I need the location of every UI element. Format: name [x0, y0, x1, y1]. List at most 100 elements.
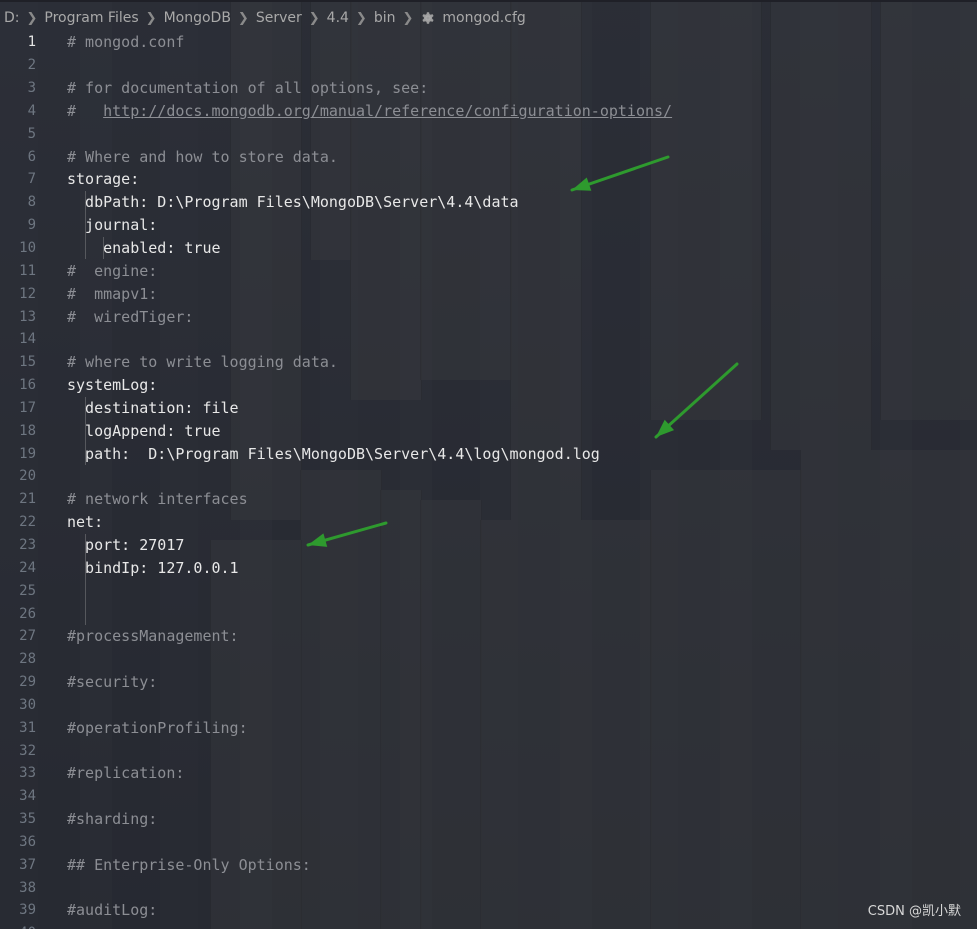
- chevron-right-icon: ❯: [402, 10, 414, 26]
- watermark: CSDN @凯小默: [867, 904, 961, 919]
- line-number: 2: [27, 57, 36, 74]
- code-line[interactable]: 40: [0, 922, 977, 929]
- line-number: 21: [19, 491, 36, 508]
- line-text: # mmapv1:: [67, 284, 158, 303]
- line-text: dbPath: D:\Program Files\MongoDB\Server\…: [67, 193, 519, 212]
- code-editor[interactable]: 1 # mongod.conf 2 3 # for documentation of a…: [0, 31, 977, 929]
- line-number: 1: [27, 34, 36, 51]
- line-text: logAppend: true: [67, 421, 221, 440]
- line-number: 30: [19, 696, 36, 713]
- line-number: 10: [19, 240, 36, 257]
- code-line[interactable]: 22 net:: [0, 511, 977, 534]
- code-line[interactable]: 15 # where to write logging data.: [0, 351, 977, 374]
- code-line[interactable]: 31 #operationProfiling:: [0, 716, 977, 739]
- code-line[interactable]: 32: [0, 739, 977, 762]
- breadcrumb-item-bin[interactable]: bin: [374, 10, 396, 26]
- code-line[interactable]: 39 #auditLog:: [0, 899, 977, 922]
- line-number: 35: [19, 811, 36, 828]
- line-number: 38: [19, 879, 36, 896]
- line-text: bindIp: 127.0.0.1: [67, 558, 239, 577]
- gear-icon: [422, 12, 434, 24]
- line-number: 37: [19, 856, 36, 873]
- line-number: 3: [27, 80, 36, 97]
- code-line[interactable]: 6 # Where and how to store data.: [0, 145, 977, 168]
- chevron-right-icon: ❯: [26, 10, 38, 26]
- code-line[interactable]: 19 path: D:\Program Files\MongoDB\Server…: [0, 442, 977, 465]
- line-number: 7: [27, 171, 36, 188]
- code-line[interactable]: 11 # engine:: [0, 259, 977, 282]
- code-line[interactable]: 34: [0, 785, 977, 808]
- code-line[interactable]: 1 # mongod.conf: [0, 31, 977, 54]
- code-line[interactable]: 13 # wiredTiger:: [0, 305, 977, 328]
- chevron-right-icon: ❯: [145, 10, 157, 26]
- code-line[interactable]: 7 storage:: [0, 168, 977, 191]
- line-number: 29: [19, 674, 36, 691]
- line-text: #security:: [67, 673, 158, 692]
- line-number: 33: [19, 765, 36, 782]
- code-line[interactable]: 28: [0, 648, 977, 671]
- code-line[interactable]: 24 bindIp: 127.0.0.1: [0, 556, 977, 579]
- line-number: 27: [19, 628, 36, 645]
- code-line[interactable]: 10 enabled: true: [0, 237, 977, 260]
- code-line[interactable]: 9 journal:: [0, 214, 977, 237]
- documentation-link[interactable]: http://docs.mongodb.org/manual/reference…: [103, 102, 672, 120]
- code-line[interactable]: 14: [0, 328, 977, 351]
- line-number: 9: [27, 217, 36, 234]
- code-line[interactable]: 37 ## Enterprise-Only Options:: [0, 853, 977, 876]
- breadcrumb-item-program-files[interactable]: Program Files: [44, 10, 138, 26]
- line-number: 20: [19, 468, 36, 485]
- code-line[interactable]: 21 # network interfaces: [0, 488, 977, 511]
- line-number: 17: [19, 399, 36, 416]
- code-line[interactable]: 20: [0, 465, 977, 488]
- line-text: # where to write logging data.: [67, 353, 338, 372]
- code-line[interactable]: 8 dbPath: D:\Program Files\MongoDB\Serve…: [0, 191, 977, 214]
- breadcrumb-item-server[interactable]: Server: [256, 10, 302, 26]
- line-text: #operationProfiling:: [67, 718, 248, 737]
- code-line[interactable]: 4 # http://docs.mongodb.org/manual/refere…: [0, 100, 977, 123]
- code-line[interactable]: 16 systemLog:: [0, 374, 977, 397]
- code-line[interactable]: 25: [0, 579, 977, 602]
- code-line[interactable]: 29 #security:: [0, 671, 977, 694]
- code-line[interactable]: 27 #processManagement:: [0, 625, 977, 648]
- code-line[interactable]: 5: [0, 122, 977, 145]
- code-line[interactable]: 35 #sharding:: [0, 808, 977, 831]
- line-number: 32: [19, 742, 36, 759]
- line-number: 22: [19, 514, 36, 531]
- code-line[interactable]: 33 #replication:: [0, 762, 977, 785]
- chevron-right-icon: ❯: [355, 10, 367, 26]
- line-text: path: D:\Program Files\MongoDB\Server\4.…: [67, 444, 600, 463]
- line-text: #auditLog:: [67, 901, 158, 920]
- line-number: 36: [19, 833, 36, 850]
- breadcrumb-item-mongodb[interactable]: MongoDB: [164, 10, 231, 26]
- code-line[interactable]: 30: [0, 693, 977, 716]
- line-text: # network interfaces: [67, 490, 248, 509]
- line-text: #replication:: [67, 764, 185, 783]
- line-number: 13: [19, 308, 36, 325]
- line-text: # mongod.conf: [67, 33, 185, 52]
- comment-prefix: #: [67, 101, 104, 120]
- code-line[interactable]: 36: [0, 831, 977, 854]
- code-line[interactable]: 23 port: 27017: [0, 534, 977, 557]
- line-number: 26: [19, 605, 36, 622]
- code-line[interactable]: 3 # for documentation of all options, see…: [0, 77, 977, 100]
- code-line[interactable]: 18 logAppend: true: [0, 419, 977, 442]
- line-number: 12: [19, 285, 36, 302]
- line-text: port: 27017: [67, 535, 185, 554]
- breadcrumb-file-name[interactable]: mongod.cfg: [442, 10, 525, 26]
- line-text: destination: file: [67, 398, 239, 417]
- code-line[interactable]: 12 # mmapv1:: [0, 282, 977, 305]
- line-number: 4: [27, 102, 36, 119]
- breadcrumb-item-drive[interactable]: D:: [4, 10, 20, 26]
- line-text: # http://docs.mongodb.org/manual/referen…: [67, 102, 672, 120]
- code-line[interactable]: 17 destination: file: [0, 397, 977, 420]
- breadcrumb-item-version[interactable]: 4.4: [327, 10, 349, 26]
- code-line[interactable]: 2: [0, 54, 977, 77]
- line-number: 23: [19, 536, 36, 553]
- line-number: 6: [27, 148, 36, 165]
- code-line[interactable]: 38: [0, 876, 977, 899]
- line-number: 16: [19, 377, 36, 394]
- line-text: # Where and how to store data.: [67, 147, 338, 166]
- code-line[interactable]: 26: [0, 602, 977, 625]
- line-text: # for documentation of all options, see:: [67, 79, 429, 98]
- line-text: #sharding:: [67, 810, 158, 829]
